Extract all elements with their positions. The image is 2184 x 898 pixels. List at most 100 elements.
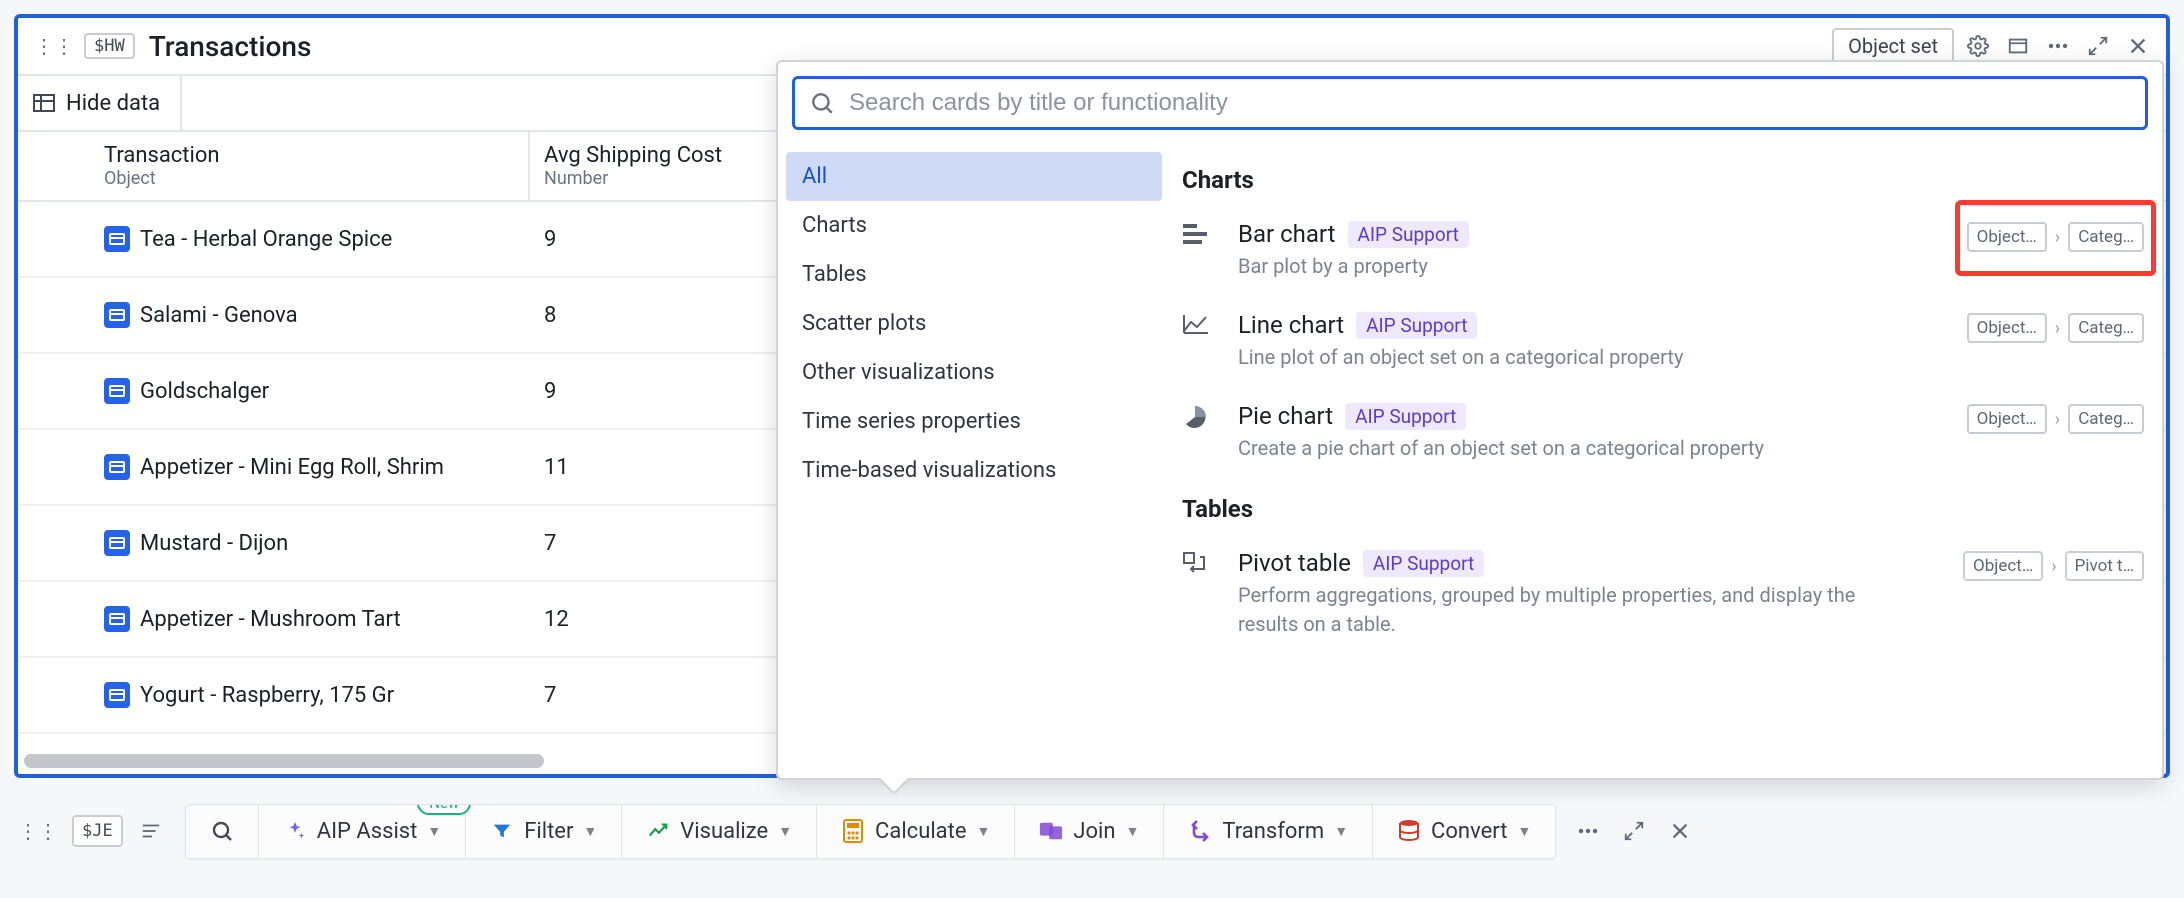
- card-results: Charts Bar chart AIP Support Bar plot by…: [1170, 144, 2162, 778]
- calculate-button[interactable]: Calculate ▼: [817, 805, 1015, 858]
- card-tag[interactable]: Categ…: [2068, 404, 2144, 434]
- close-icon[interactable]: [2122, 30, 2154, 62]
- card-tag[interactable]: Object…: [1967, 313, 2047, 343]
- chevron-right-icon: ›: [2055, 318, 2060, 339]
- convert-icon: [1397, 819, 1421, 843]
- chevron-right-icon: ›: [2051, 556, 2056, 577]
- hide-data-tab[interactable]: Hide data: [18, 76, 182, 130]
- visualize-button[interactable]: Visualize ▼: [622, 805, 817, 858]
- visualize-popover: AllChartsTablesScatter plotsOther visual…: [776, 60, 2164, 780]
- category-item[interactable]: Tables: [786, 250, 1162, 299]
- chevron-down-icon: ▼: [977, 823, 991, 840]
- col-head-transaction[interactable]: Transaction Object: [90, 132, 530, 200]
- row-name: Goldschalger: [140, 379, 269, 404]
- aip-support-badge: AIP Support: [1348, 221, 1469, 248]
- new-badge: New: [417, 804, 471, 815]
- row-name: Appetizer - Mushroom Tart: [140, 607, 401, 632]
- expand-icon[interactable]: [2082, 30, 2114, 62]
- action-label: Filter: [524, 819, 573, 844]
- category-item[interactable]: Charts: [786, 201, 1162, 250]
- chevron-down-icon: ▼: [1334, 823, 1348, 840]
- row-cost: 7: [530, 531, 790, 556]
- action-strip: AIP Assist ▼ New Filter ▼ Visualize ▼ Ca…: [185, 804, 1557, 859]
- card-option[interactable]: Pie chart AIP Support Create a pie chart…: [1178, 390, 2148, 481]
- card-tags: Object… › Pivot t…: [1963, 549, 2144, 581]
- aip-support-badge: AIP Support: [1363, 550, 1484, 577]
- category-item[interactable]: All: [786, 152, 1162, 201]
- card-tags: Object… › Categ…: [1967, 311, 2144, 343]
- card-option-title: Pie chart: [1238, 402, 1333, 430]
- category-item[interactable]: Time series properties: [786, 397, 1162, 446]
- group-heading: Charts: [1178, 152, 2148, 208]
- action-label: Visualize: [680, 819, 768, 844]
- card-option[interactable]: Pivot table AIP Support Perform aggregat…: [1178, 537, 2148, 657]
- chevron-down-icon: ▼: [1126, 823, 1140, 840]
- card-title: Transactions: [149, 30, 312, 63]
- filter-button[interactable]: Filter ▼: [466, 805, 622, 858]
- list-icon[interactable]: [135, 815, 167, 847]
- object-icon: [104, 530, 130, 556]
- row-cost: 9: [530, 227, 790, 252]
- card-tag[interactable]: Object…: [1967, 222, 2047, 252]
- drag-handle-icon[interactable]: ⋮⋮: [14, 819, 62, 843]
- row-cost: 8: [530, 303, 790, 328]
- card-option-desc: Line plot of an object set on a categori…: [1238, 343, 1858, 372]
- object-icon: [104, 226, 130, 252]
- object-icon: [104, 606, 130, 632]
- search-icon: [809, 90, 835, 116]
- horizontal-scrollbar[interactable]: [24, 754, 544, 768]
- more-icon[interactable]: [1572, 815, 1604, 847]
- row-name: Salami - Genova: [140, 303, 298, 328]
- pivot-chart-icon: [1182, 549, 1222, 577]
- search-icon: [210, 819, 234, 843]
- card-option[interactable]: Bar chart AIP Support Bar plot by a prop…: [1178, 208, 2148, 299]
- var-badge-je[interactable]: $JE: [72, 815, 123, 847]
- more-icon[interactable]: [2042, 30, 2074, 62]
- transform-button[interactable]: Transform ▼: [1164, 805, 1373, 858]
- aip-icon: [283, 820, 307, 842]
- card-tag[interactable]: Categ…: [2068, 313, 2144, 343]
- card-tag[interactable]: Pivot t…: [2065, 551, 2144, 581]
- popover-arrow-icon: [880, 778, 908, 792]
- aip-button[interactable]: AIP Assist ▼ New: [259, 805, 467, 858]
- search-box[interactable]: [792, 76, 2148, 130]
- object-icon: [104, 454, 130, 480]
- card-tag[interactable]: Categ…: [2068, 222, 2144, 252]
- chevron-down-icon: ▼: [583, 823, 597, 840]
- card-option-desc: Bar plot by a property: [1238, 252, 1858, 281]
- col-head-cost[interactable]: Avg Shipping Cost Number: [530, 132, 790, 200]
- action-label: AIP Assist: [317, 819, 418, 844]
- close-icon[interactable]: [1664, 815, 1696, 847]
- card-tag[interactable]: Object…: [1967, 404, 2047, 434]
- category-item[interactable]: Other visualizations: [786, 348, 1162, 397]
- search-input[interactable]: [849, 89, 2131, 117]
- expand-icon[interactable]: [1618, 815, 1650, 847]
- table-icon: [32, 93, 56, 113]
- row-name: Tea - Herbal Orange Spice: [140, 227, 392, 252]
- row-name: Yogurt - Raspberry, 175 Gr: [140, 683, 394, 708]
- card-option-desc: Create a pie chart of an object set on a…: [1238, 434, 1858, 463]
- card-tag[interactable]: Object…: [1963, 551, 2043, 581]
- visualize-icon: [646, 820, 670, 842]
- layout-icon[interactable]: [2002, 30, 2034, 62]
- chevron-down-icon: ▼: [778, 823, 792, 840]
- join-icon: [1039, 821, 1063, 841]
- card-option[interactable]: Line chart AIP Support Line plot of an o…: [1178, 299, 2148, 390]
- row-cost: 7: [530, 683, 790, 708]
- object-icon: [104, 682, 130, 708]
- filter-icon: [490, 820, 514, 842]
- action-label: Join: [1073, 819, 1115, 844]
- join-button[interactable]: Join ▼: [1015, 805, 1164, 858]
- aip-support-badge: AIP Support: [1356, 312, 1477, 339]
- gear-icon[interactable]: [1962, 30, 1994, 62]
- var-badge[interactable]: $HW: [84, 33, 135, 59]
- search-button[interactable]: [186, 805, 259, 858]
- pie-chart-icon: [1182, 402, 1222, 430]
- drag-handle-icon[interactable]: ⋮⋮: [30, 34, 78, 58]
- chevron-right-icon: ›: [2055, 409, 2060, 430]
- category-item[interactable]: Scatter plots: [786, 299, 1162, 348]
- category-item[interactable]: Time-based visualizations: [786, 446, 1162, 495]
- object-set-button[interactable]: Object set: [1832, 28, 1954, 64]
- convert-button[interactable]: Convert ▼: [1373, 805, 1555, 858]
- object-icon: [104, 378, 130, 404]
